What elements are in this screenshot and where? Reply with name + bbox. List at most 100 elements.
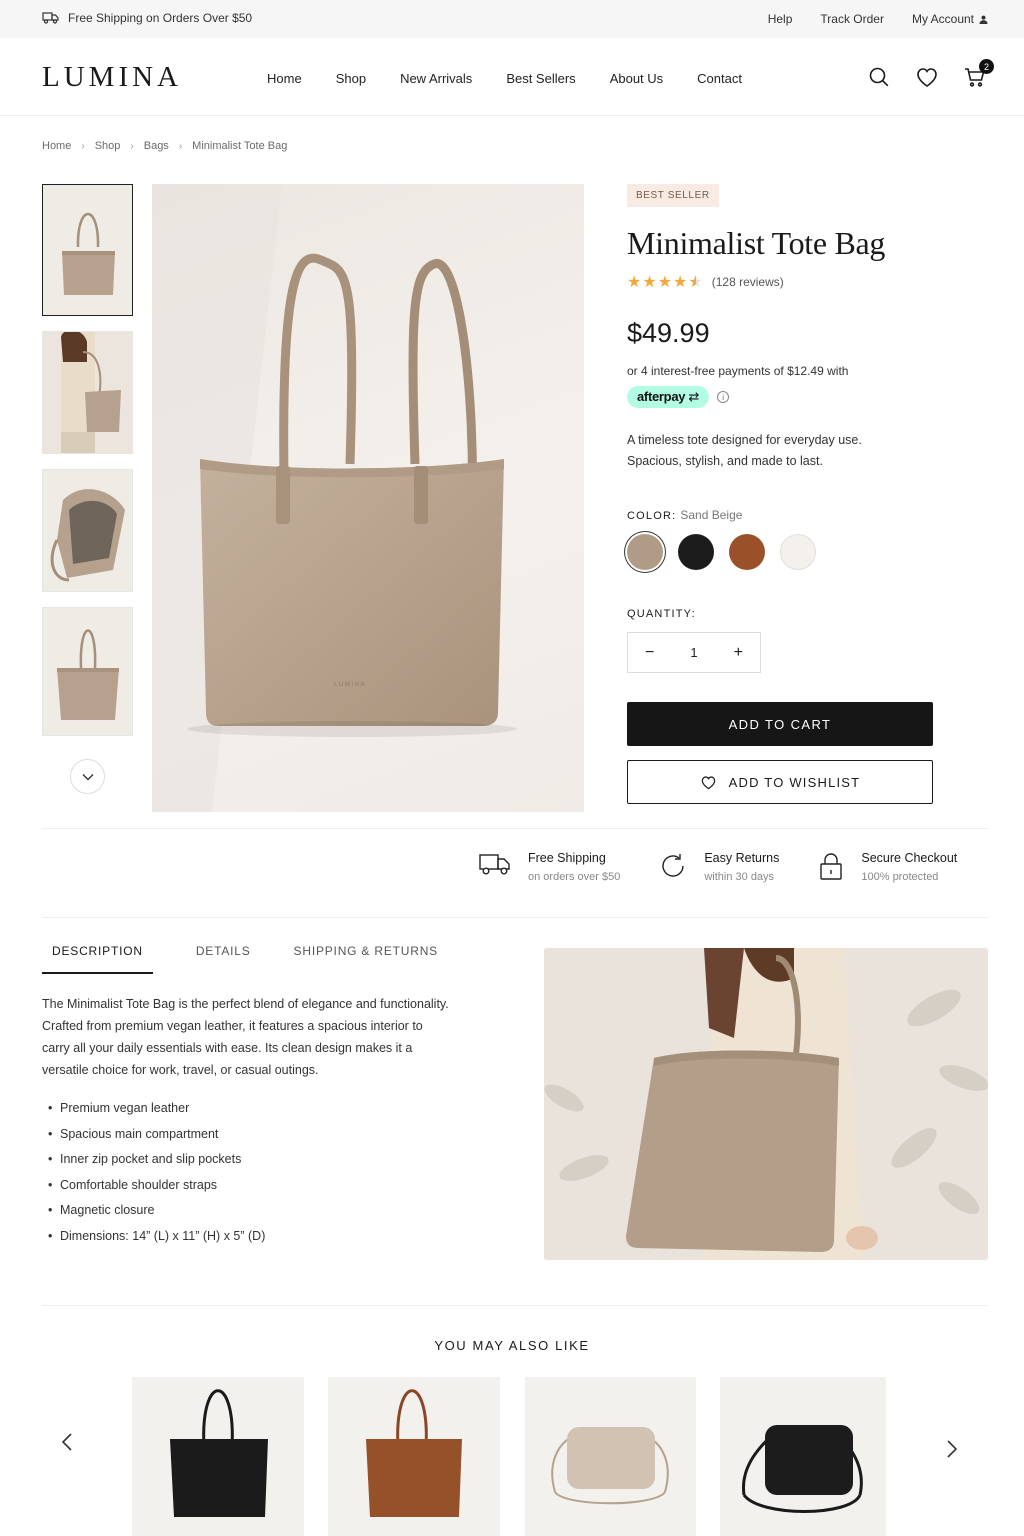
breadcrumb-bags[interactable]: Bags [144,140,169,152]
black-tote-image [170,1389,268,1517]
lifestyle-image [544,948,988,1260]
promo-bar: Free Shipping on Orders Over $50 Help Tr… [0,0,1024,38]
tote-front-image [43,185,132,315]
feature-secure-checkout: Secure Checkout 100% protected [817,851,957,883]
heart-icon [701,775,715,789]
feature-free-shipping: Free Shipping on orders over $50 [478,851,620,883]
site-logo[interactable]: LUMINA [42,61,182,94]
chevron-left-icon [62,1433,72,1451]
list-item: Inner zip pocket and slip pockets [48,1147,265,1173]
product-info-panel: BEST SELLER Minimalist Tote Bag ★★★★★★ (… [627,184,937,804]
product-rating[interactable]: ★★★★★★ (128 reviews) [627,272,937,292]
track-order-link[interactable]: Track Order [820,12,884,26]
swatch-sand-beige[interactable] [627,534,663,570]
recommended-product-black-crossbody[interactable] [720,1377,886,1536]
long-description-line: carry all your daily essentials with eas… [42,1041,413,1055]
long-description-line: versatile choice for work, travel, or ca… [42,1063,319,1077]
main-product-image[interactable]: LUMINA [152,184,584,812]
free-shipping-notice: Free Shipping on Orders Over $50 [42,11,252,25]
thumbnail-scroll-down-button[interactable] [70,759,105,794]
thumbnail-1[interactable] [42,184,133,316]
tab-details[interactable]: DETAILS [186,944,261,974]
afterpay-label: afterpay [637,389,686,404]
swatch-cognac[interactable] [729,534,765,570]
feature-title: Free Shipping [528,851,606,865]
model-carrying-tote-image [43,332,132,453]
breadcrumb-shop[interactable]: Shop [95,140,121,152]
breadcrumb-current: Minimalist Tote Bag [192,140,288,152]
list-item: Premium vegan leather [48,1096,265,1122]
feature-subtitle: within 30 days [704,871,775,883]
color-swatches [627,534,937,570]
nav-new-arrivals[interactable]: New Arrivals [400,71,472,86]
swatch-black[interactable] [678,534,714,570]
lock-icon [820,853,843,880]
chevron-right-icon: › [130,140,134,152]
chevron-right-icon: › [81,140,85,152]
breadcrumb-home[interactable]: Home [42,140,71,152]
help-link[interactable]: Help [768,12,793,26]
short-description-line: Spacious, stylish, and made to last. [627,454,823,468]
thumbnail-4[interactable] [42,607,133,736]
color-label: COLOR: Sand Beige [627,508,937,522]
thumbnail-gallery [42,184,133,751]
list-item: Comfortable shoulder straps [48,1173,265,1199]
thumbnail-3[interactable] [42,469,133,592]
short-description: A timeless tote designed for everyday us… [627,430,937,472]
nav-best-sellers[interactable]: Best Sellers [506,71,575,86]
carousel-next-button[interactable] [942,1439,962,1459]
info-icon[interactable]: i [717,391,730,403]
quantity-value[interactable]: 1 [690,645,697,660]
nav-about-us[interactable]: About Us [610,71,663,86]
breadcrumb: Home › Shop › Bags › Minimalist Tote Bag [42,140,287,152]
site-header: LUMINA Home Shop New Arrivals Best Selle… [0,38,1024,116]
long-description: The Minimalist Tote Bag is the perfect b… [42,993,492,1081]
short-description-line: A timeless tote designed for everyday us… [627,433,862,447]
best-seller-badge: BEST SELLER [627,184,719,207]
model-with-tote-illustration [544,948,988,1260]
carousel-prev-button[interactable] [57,1432,77,1452]
minus-icon[interactable]: − [645,644,654,662]
cart-count-badge: 2 [979,59,994,74]
tote-side-image [43,608,132,735]
my-account-link[interactable]: My Account [912,12,988,26]
color-label-text: COLOR: [627,510,677,522]
cart-icon[interactable]: 2 [962,59,994,90]
refresh-icon [662,854,685,877]
add-to-cart-button[interactable]: ADD TO CART [627,702,933,746]
free-shipping-text: Free Shipping on Orders Over $50 [68,11,253,25]
recommendations-title: YOU MAY ALSO LIKE [434,1338,590,1353]
feature-title: Secure Checkout [861,851,958,865]
product-title: Minimalist Tote Bag [627,225,886,261]
truck-icon [479,854,510,875]
add-to-wishlist-button[interactable]: ADD TO WISHLIST [627,760,933,804]
brown-tote-image [366,1389,462,1517]
recommended-product-black-tote[interactable] [132,1377,304,1536]
review-count[interactable]: (128 reviews) [712,275,784,289]
list-item: Magnetic closure [48,1198,265,1224]
nav-shop[interactable]: Shop [336,71,366,86]
wishlist-heart-icon[interactable] [914,64,940,90]
tab-description[interactable]: DESCRIPTION [42,944,153,974]
nav-home[interactable]: Home [267,71,302,86]
long-description-line: Crafted from premium vegan leather, it f… [42,1019,423,1033]
user-icon [979,15,988,24]
main-nav: Home Shop New Arrivals Best Sellers Abou… [267,71,742,86]
feature-bullet-list: Premium vegan leather Spacious main comp… [48,1096,265,1249]
thumbnail-2[interactable] [42,331,133,454]
product-tabs: DESCRIPTION DETAILS SHIPPING & RETURNS [42,944,471,974]
divider [42,917,988,918]
list-item: Dimensions: 14” (L) x 11” (H) x 5” (D) [48,1224,265,1250]
search-icon[interactable] [866,64,892,90]
afterpay-badge[interactable]: afterpay ⇄ [627,386,710,408]
nav-contact[interactable]: Contact [697,71,742,86]
chevron-right-icon: › [178,140,183,152]
tab-shipping-returns[interactable]: SHIPPING & RETURNS [284,944,448,974]
swatch-cream[interactable] [780,534,816,570]
chevron-down-icon [82,773,93,780]
divider [42,1305,988,1306]
recommended-product-beige-crossbody[interactable] [525,1377,696,1536]
plus-icon[interactable]: + [734,644,743,662]
beige-crossbody-image [551,1427,669,1505]
recommended-product-brown-tote[interactable] [328,1377,500,1536]
